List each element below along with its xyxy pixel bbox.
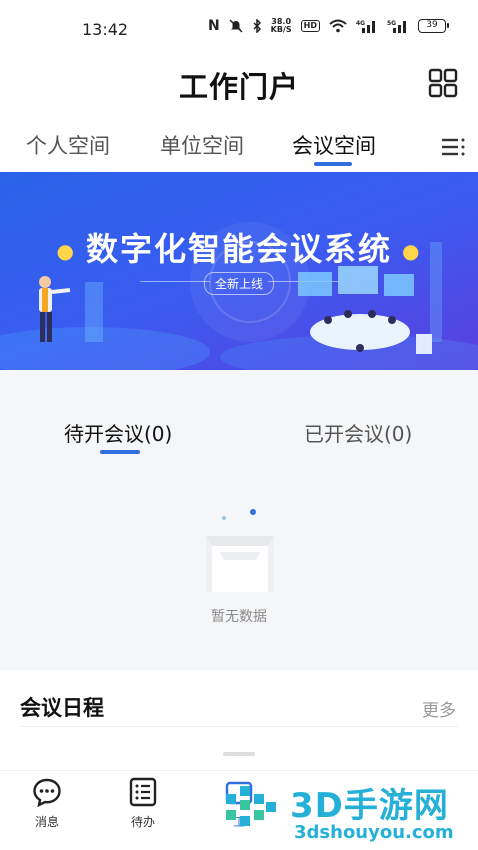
signal-icon-2: 5G: [387, 20, 406, 33]
signal-b-label: 5G: [387, 20, 396, 27]
tab-pending-meetings[interactable]: 待开会议(0): [64, 418, 172, 447]
menu-icon[interactable]: [440, 136, 466, 158]
meeting-scene-illustration: [298, 266, 432, 354]
watermark: 3D手游网 3dshouyou.com: [222, 776, 472, 846]
signal-a-label: 4G: [356, 20, 365, 27]
promo-banner[interactable]: ● 数字化智能会议系统 ● 全新上线: [0, 172, 478, 370]
meeting-schedule-section: 会议日程 更多: [0, 680, 478, 727]
nfc-icon: N: [207, 18, 220, 34]
tab-held-meetings[interactable]: 已开会议(0): [304, 418, 412, 447]
space-tabs: 个人空间 单位空间 会议空间: [0, 126, 478, 170]
header: 工作门户: [0, 58, 478, 110]
nav-item-todo[interactable]: 待办: [113, 777, 173, 830]
watermark-url: 3dshouyou.com: [294, 822, 454, 843]
wifi-icon: [329, 19, 347, 33]
battery-icon: 39: [418, 19, 449, 33]
status-time: 13:42: [82, 20, 129, 39]
watermark-logo-icon: [226, 786, 276, 826]
empty-state-text: 暂无数据: [211, 609, 267, 625]
schedule-more-link[interactable]: 更多: [422, 696, 456, 721]
empty-box-icon: [206, 509, 274, 592]
speed-unit: KB/S: [270, 25, 292, 34]
bluetooth-icon: [253, 19, 261, 33]
chat-icon: [33, 778, 61, 807]
schedule-title: 会议日程: [20, 696, 104, 720]
page-title: 工作门户: [178, 70, 299, 104]
nav-item-messages[interactable]: 消息: [17, 777, 77, 830]
tab-meeting-space[interactable]: 会议空间: [292, 130, 376, 160]
network-speed: 38.0 KB/S: [271, 18, 292, 34]
meeting-panel: 待开会议(0) 已开会议(0) 暂无数据: [0, 370, 478, 670]
mute-icon: [229, 19, 243, 33]
drag-handle[interactable]: [223, 752, 255, 756]
status-bar: 13:42 N 38.0 KB/S HD 4G 5G 39: [0, 0, 478, 58]
status-icons: N 38.0 KB/S HD 4G 5G 39: [207, 18, 449, 34]
divider: [20, 726, 458, 727]
presenter-illustration: [39, 276, 71, 342]
bullet-icon: ●: [56, 239, 76, 263]
list-icon: [129, 777, 157, 807]
apps-grid-icon[interactable]: [428, 68, 458, 98]
active-meeting-tab-indicator: [100, 450, 140, 454]
hd-badge: HD: [300, 20, 320, 32]
tab-personal-space[interactable]: 个人空间: [26, 130, 110, 160]
nav-label-todo: 待办: [130, 815, 155, 829]
active-tab-indicator: [314, 162, 352, 166]
signal-icon: 4G: [356, 20, 375, 33]
bullet-icon: ●: [402, 239, 422, 263]
tab-unit-space[interactable]: 单位空间: [160, 130, 244, 160]
nav-label-messages: 消息: [34, 815, 59, 829]
banner-subtitle-text: 全新上线: [203, 272, 274, 295]
watermark-brand: 3D手游网: [290, 786, 449, 826]
